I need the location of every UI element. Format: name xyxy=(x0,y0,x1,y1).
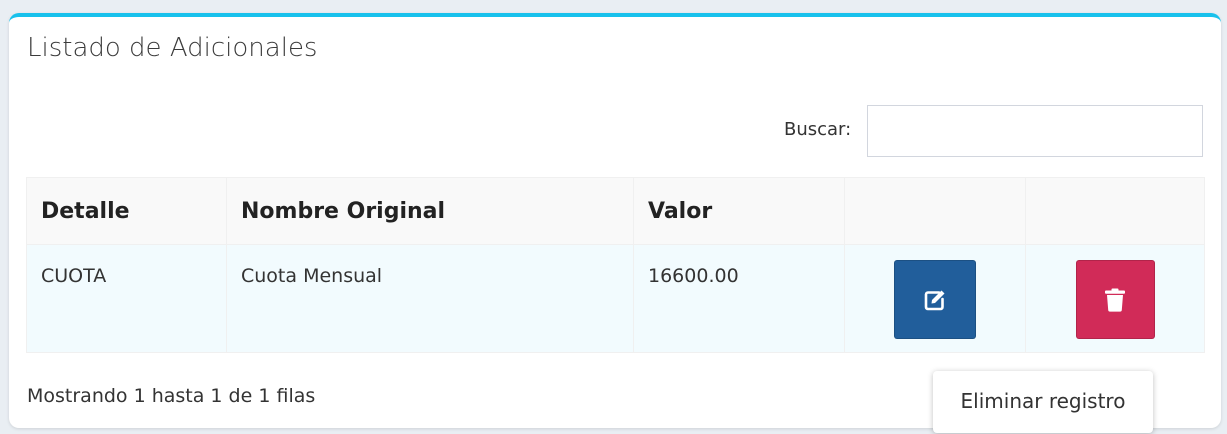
delete-button[interactable] xyxy=(1075,260,1155,339)
pagination-info: Mostrando 1 hasta 1 de 1 filas xyxy=(27,385,316,407)
cell-detalle: CUOTA xyxy=(26,244,227,353)
search-input[interactable] xyxy=(867,105,1203,157)
delete-tooltip: Eliminar registro xyxy=(933,371,1153,433)
column-header-detalle[interactable]: Detalle xyxy=(26,177,227,245)
column-header-edit xyxy=(844,177,1026,245)
table-header-row: Detalle Nombre Original Valor xyxy=(26,177,1205,245)
adicionales-table: Detalle Nombre Original Valor CUOTA Cuot… xyxy=(26,177,1205,353)
table-body: CUOTA Cuota Mensual 16600.00 xyxy=(26,244,1205,353)
edit-icon xyxy=(924,290,945,310)
search-label: Buscar: xyxy=(784,119,852,140)
edit-button[interactable] xyxy=(894,260,976,339)
table-row: CUOTA Cuota Mensual 16600.00 xyxy=(26,244,1205,353)
cell-nombre-original: Cuota Mensual xyxy=(226,244,634,353)
cell-valor: 16600.00 xyxy=(633,244,845,353)
column-header-delete xyxy=(1025,177,1205,245)
cell-edit xyxy=(844,244,1026,353)
table-header: Detalle Nombre Original Valor xyxy=(26,177,1205,245)
column-header-valor[interactable]: Valor xyxy=(633,177,845,245)
column-header-nombre-original[interactable]: Nombre Original xyxy=(226,177,634,245)
card-title: Listado de Adicionales xyxy=(27,33,318,63)
cell-delete xyxy=(1025,244,1205,353)
listado-card: Listado de Adicionales Buscar: Detalle N… xyxy=(9,13,1221,433)
trash-icon xyxy=(1105,288,1125,312)
